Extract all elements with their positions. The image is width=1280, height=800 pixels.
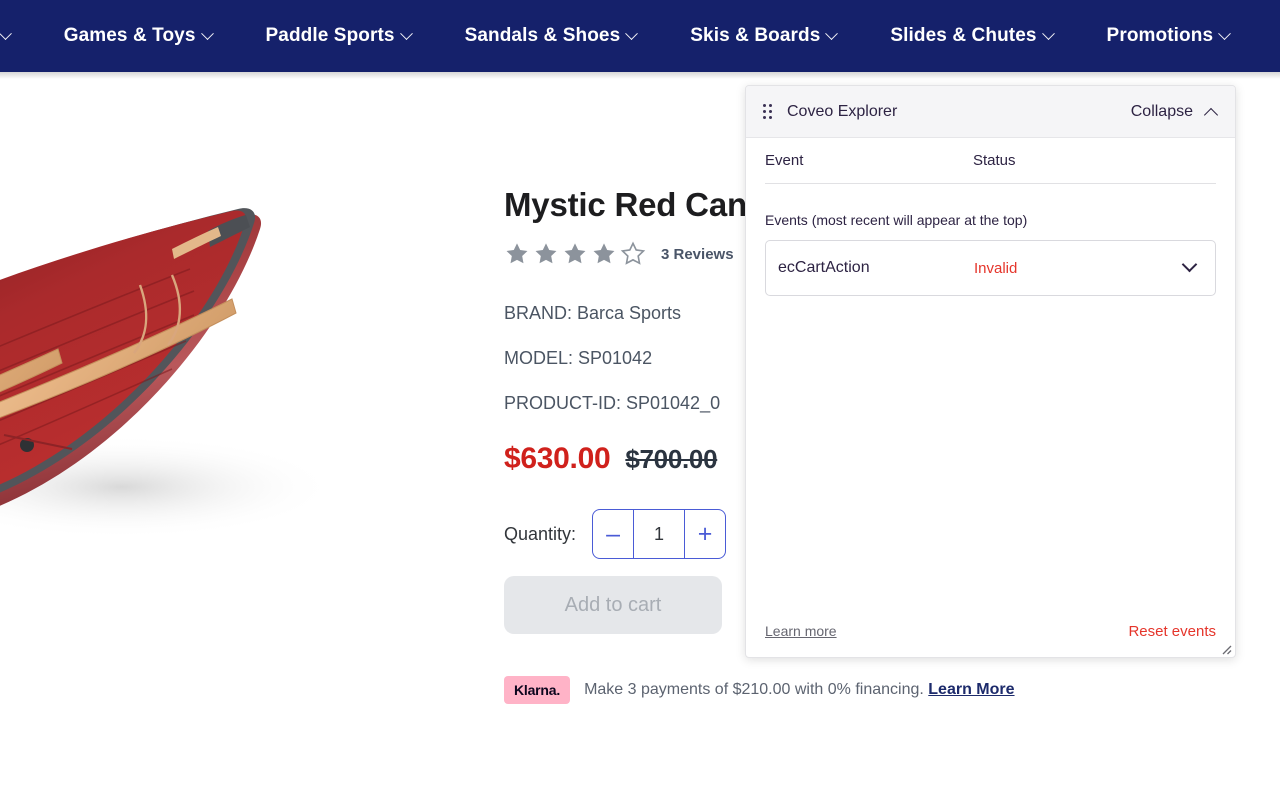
event-name: ecCartAction [778, 259, 870, 276]
chevron-down-icon [625, 26, 639, 40]
star-rating[interactable] [504, 241, 646, 267]
star-outline-icon [620, 241, 646, 265]
star-filled-icon [535, 243, 557, 264]
chevron-down-icon [825, 26, 839, 40]
price-original: $700.00 [625, 444, 718, 474]
nav-item-label: Paddle Sports [265, 25, 395, 46]
top-navigation-bar: g Games & Toys Paddle Sports Sandals & S… [0, 0, 1280, 72]
column-header-event: Event [765, 152, 804, 169]
klarna-financing-row: Klarna. Make 3 payments of $210.00 with … [504, 676, 1015, 704]
event-status-badge: Invalid [974, 259, 1018, 277]
nav-item-games-toys[interactable]: Games & Toys [63, 25, 214, 47]
reset-events-button[interactable]: Reset events [1128, 623, 1216, 640]
quantity-decrement-button[interactable]: – [593, 510, 633, 558]
review-count[interactable]: 3 Reviews [661, 246, 734, 263]
chevron-down-icon [399, 26, 413, 40]
nav-item-label: Skis & Boards [690, 25, 821, 46]
red-canoe-image [0, 208, 332, 539]
price-current: $630.00 [504, 442, 611, 475]
quantity-stepper[interactable]: – 1 + [592, 509, 727, 559]
column-header-status: Status [973, 152, 1016, 169]
nav-item-label: Promotions [1106, 25, 1214, 46]
nav-item-truncated[interactable]: g [0, 25, 12, 47]
nav-item-promotions[interactable]: Promotions [1106, 25, 1231, 47]
klarna-learn-more-link[interactable]: Learn More [928, 681, 1014, 698]
chevron-down-icon [1041, 26, 1055, 40]
nav-item-label: Slides & Chutes [890, 25, 1037, 46]
explorer-body: Event Status Events (most recent will ap… [746, 138, 1235, 605]
drag-handle-icon[interactable] [763, 104, 772, 119]
klarna-message: Make 3 payments of $210.00 with 0% finan… [584, 681, 924, 698]
explorer-title: Coveo Explorer [787, 102, 898, 120]
learn-more-link[interactable]: Learn more [765, 623, 837, 639]
collapse-button[interactable]: Collapse [1130, 102, 1219, 122]
events-section-label: Events (most recent will appear at the t… [765, 212, 1028, 228]
chevron-up-icon [1203, 107, 1219, 122]
chevron-down-icon [1218, 26, 1231, 40]
quantity-value[interactable]: 1 [633, 510, 686, 558]
coveo-explorer-panel: Coveo Explorer Collapse Event Status Eve… [745, 85, 1236, 658]
resize-grip-icon[interactable] [1219, 642, 1232, 655]
chevron-down-icon [0, 26, 12, 40]
nav-item-sandals-shoes[interactable]: Sandals & Shoes [464, 25, 639, 47]
klarna-text: Make 3 payments of $210.00 with 0% finan… [584, 681, 1014, 699]
nav-item-skis-boards[interactable]: Skis & Boards [690, 25, 839, 47]
quantity-label: Quantity: [504, 523, 577, 544]
add-to-cart-button[interactable]: Add to cart [504, 576, 722, 634]
star-filled-icon [564, 243, 586, 264]
quantity-increment-button[interactable]: + [685, 510, 725, 558]
klarna-logo: Klarna. [504, 676, 571, 704]
product-image[interactable] [0, 79, 332, 800]
explorer-column-headers: Event Status [765, 138, 1216, 184]
chevron-down-icon[interactable] [1181, 256, 1198, 272]
star-filled-icon [506, 243, 528, 264]
nav-item-paddle-sports[interactable]: Paddle Sports [265, 25, 413, 47]
star-filled-icon [593, 243, 615, 264]
chevron-down-icon [200, 26, 214, 40]
event-row[interactable]: ecCartAction Invalid [765, 240, 1216, 296]
events-list: ecCartAction Invalid [765, 240, 1216, 605]
nav-shadow [0, 72, 1280, 79]
nav-item-slides-chutes[interactable]: Slides & Chutes [890, 25, 1055, 47]
nav-item-label: Sandals & Shoes [464, 25, 621, 46]
explorer-footer: Learn more Reset events [746, 605, 1235, 657]
collapse-label: Collapse [1130, 102, 1193, 120]
explorer-header[interactable]: Coveo Explorer Collapse [746, 86, 1235, 138]
nav-item-label: Games & Toys [63, 25, 196, 46]
